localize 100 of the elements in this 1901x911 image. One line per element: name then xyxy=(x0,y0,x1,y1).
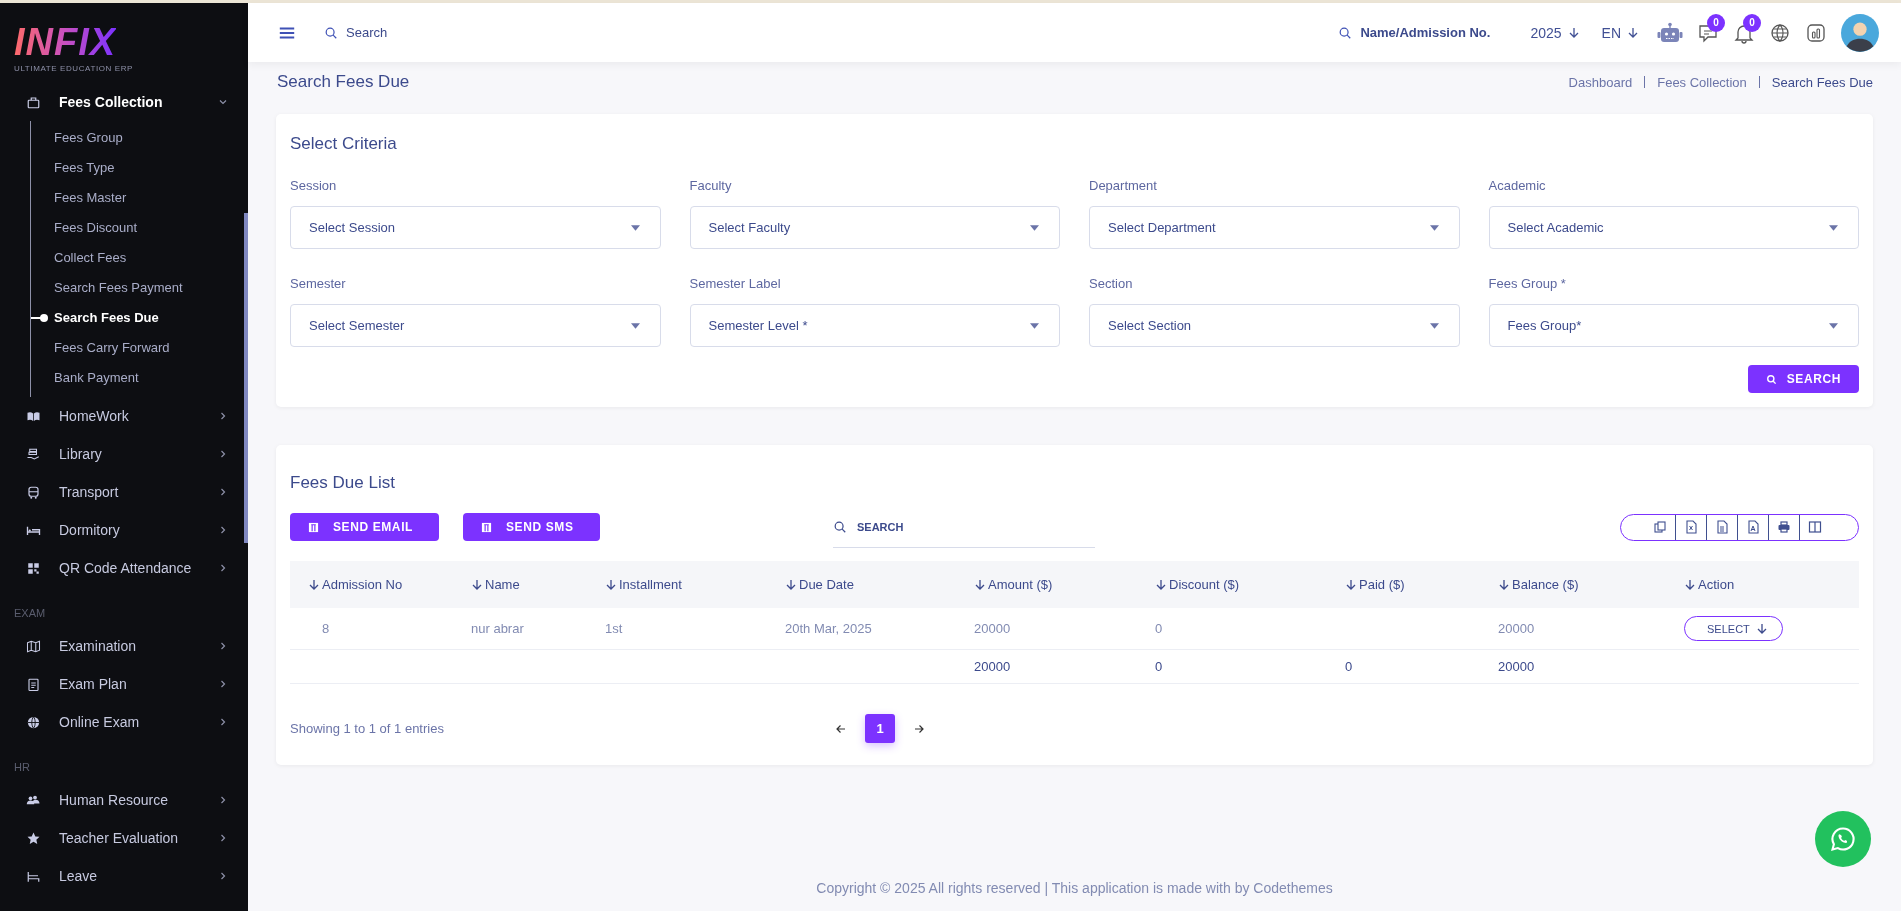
page-button[interactable]: 1 xyxy=(865,714,895,743)
search-icon xyxy=(1765,373,1777,385)
select-field[interactable]: Select Academic xyxy=(1488,206,1859,249)
message-count-badge: 0 xyxy=(1707,13,1725,32)
column-header[interactable]: Admission No xyxy=(290,577,453,592)
arrow-down-icon xyxy=(1755,622,1768,635)
search-icon xyxy=(1338,25,1353,40)
chevron-icon xyxy=(218,871,228,881)
breadcrumb-link[interactable]: Search Fees Due xyxy=(1771,74,1873,90)
submenu-item[interactable]: Collect Fees xyxy=(31,243,248,273)
search-button[interactable]: SEARCH xyxy=(1747,365,1859,393)
sidebar-item[interactable]: Library xyxy=(0,435,248,473)
bus-icon xyxy=(26,484,41,500)
phone-bubble-icon xyxy=(1829,825,1857,853)
next-arrow-icon[interactable] xyxy=(913,722,925,735)
column-header[interactable]: Amount ($) xyxy=(956,577,1137,592)
previous-arrow-icon[interactable] xyxy=(835,722,847,735)
column-header[interactable]: Installment xyxy=(587,577,767,592)
entries-info: Showing 1 to 1 of 1 entries xyxy=(290,721,445,736)
caret-icon xyxy=(1829,322,1838,329)
sidebar-item[interactable]: Online Exam xyxy=(0,703,248,741)
select-field[interactable]: Select Semester xyxy=(290,304,661,347)
chevron-icon xyxy=(218,525,228,535)
table-cell: 20000 xyxy=(1498,621,1535,636)
sidebar-item[interactable]: Dormitory xyxy=(0,511,248,549)
total-cell: 0 xyxy=(1155,659,1163,674)
table-cell: 1st xyxy=(605,621,623,636)
sidebar-item[interactable]: QR Code Attendance xyxy=(0,549,248,587)
field-label: Faculty xyxy=(689,178,733,193)
sidebar-item[interactable]: Human Resource xyxy=(0,781,248,819)
submenu-item[interactable]: Search Fees Due xyxy=(31,303,248,333)
user-avatar[interactable] xyxy=(1841,13,1879,52)
sidebar-item[interactable]: Leave xyxy=(0,857,248,895)
map-icon xyxy=(26,638,41,654)
chevron-icon xyxy=(218,795,228,805)
column-header[interactable]: Discount ($) xyxy=(1137,577,1327,592)
caret-icon xyxy=(1030,224,1039,231)
sort-arrow-icon xyxy=(1684,578,1696,591)
sidebar-item[interactable]: Fees Collection xyxy=(0,83,248,121)
table-cell: nur abrar xyxy=(471,621,524,636)
select-dropdown-button[interactable]: SELECT xyxy=(1684,616,1783,641)
student-search-field[interactable]: Name/Admission No. xyxy=(1358,24,1513,41)
search-field[interactable]: Search xyxy=(344,24,488,41)
table-cell: 0 xyxy=(1155,621,1163,636)
document-icon xyxy=(308,521,319,533)
pdf-file-icon xyxy=(1746,520,1760,534)
sidebar-item[interactable]: HomeWork xyxy=(0,397,248,435)
copyright-text: Copyright © 2025 All rights reserved | This application is made with by Codethemes xyxy=(815,880,1334,898)
chevron-icon xyxy=(218,679,228,689)
total-cell: 20000 xyxy=(974,659,1011,674)
total-cell: 20000 xyxy=(1498,659,1535,674)
column-header[interactable]: Name xyxy=(453,577,587,592)
field-label: Session xyxy=(290,178,338,193)
caret-icon xyxy=(630,224,640,231)
column-header[interactable]: Due Date xyxy=(767,577,956,592)
sidebar-item[interactable]: Transport xyxy=(0,473,248,511)
breadcrumb-link[interactable]: Dashboard xyxy=(1568,74,1633,90)
submenu-item[interactable]: Fees Master xyxy=(31,183,248,213)
select-field[interactable]: Select Section xyxy=(1089,304,1460,347)
action-button[interactable]: SEND EMAIL xyxy=(290,513,439,541)
star-icon xyxy=(26,830,41,846)
sort-arrow-icon xyxy=(308,578,320,591)
columns-icon xyxy=(1808,520,1822,534)
sidebar-item[interactable]: Examination xyxy=(0,627,248,665)
year-dropdown[interactable]: 2025 xyxy=(1526,24,1584,41)
globe-icon[interactable] xyxy=(1769,21,1791,44)
robot-icon[interactable] xyxy=(1657,21,1683,44)
caret-icon xyxy=(1429,322,1439,329)
breadcrumb-link[interactable]: Fees Collection xyxy=(1657,74,1747,90)
section-heading: EXAM xyxy=(13,606,47,621)
sidebar-item[interactable]: Teacher Evaluation xyxy=(0,819,248,857)
column-header[interactable]: Paid ($) xyxy=(1327,577,1480,592)
chart-icon[interactable] xyxy=(1805,21,1827,44)
briefcase-icon xyxy=(26,94,41,110)
select-field[interactable]: Select Department xyxy=(1089,206,1460,249)
chevron-icon xyxy=(218,563,228,573)
submenu-item[interactable]: Fees Carry Forward xyxy=(31,333,248,363)
submenu-item[interactable]: Fees Type xyxy=(31,153,248,183)
submenu-item[interactable]: Bank Payment xyxy=(31,363,248,393)
column-header[interactable]: Balance ($) xyxy=(1480,577,1666,592)
print-icon xyxy=(1777,520,1791,534)
globe-icon xyxy=(26,714,41,730)
select-field[interactable]: Select Faculty xyxy=(689,206,1060,249)
submenu-item[interactable]: Fees Discount xyxy=(31,213,248,243)
column-header[interactable]: Action xyxy=(1666,577,1859,592)
language-dropdown[interactable]: EN xyxy=(1597,24,1643,41)
submenu-item[interactable]: Search Fees Payment xyxy=(31,273,248,303)
chevron-icon xyxy=(218,487,228,497)
chevron-icon xyxy=(218,717,228,727)
action-button[interactable]: SEND SMS xyxy=(463,513,600,541)
field-label: Academic xyxy=(1488,178,1547,193)
select-field[interactable]: Select Session xyxy=(290,206,661,249)
submenu-item[interactable]: Fees Group xyxy=(31,123,248,153)
chevron-icon xyxy=(218,411,228,421)
section-heading: HR xyxy=(13,760,31,775)
select-field[interactable]: Semester Level * xyxy=(689,304,1060,347)
logo-tagline: ULTIMATE EDUCATION ERP xyxy=(14,64,134,73)
select-field[interactable]: Fees Group* xyxy=(1488,304,1859,347)
caret-icon xyxy=(1829,224,1838,231)
sidebar-item[interactable]: Exam Plan xyxy=(0,665,248,703)
